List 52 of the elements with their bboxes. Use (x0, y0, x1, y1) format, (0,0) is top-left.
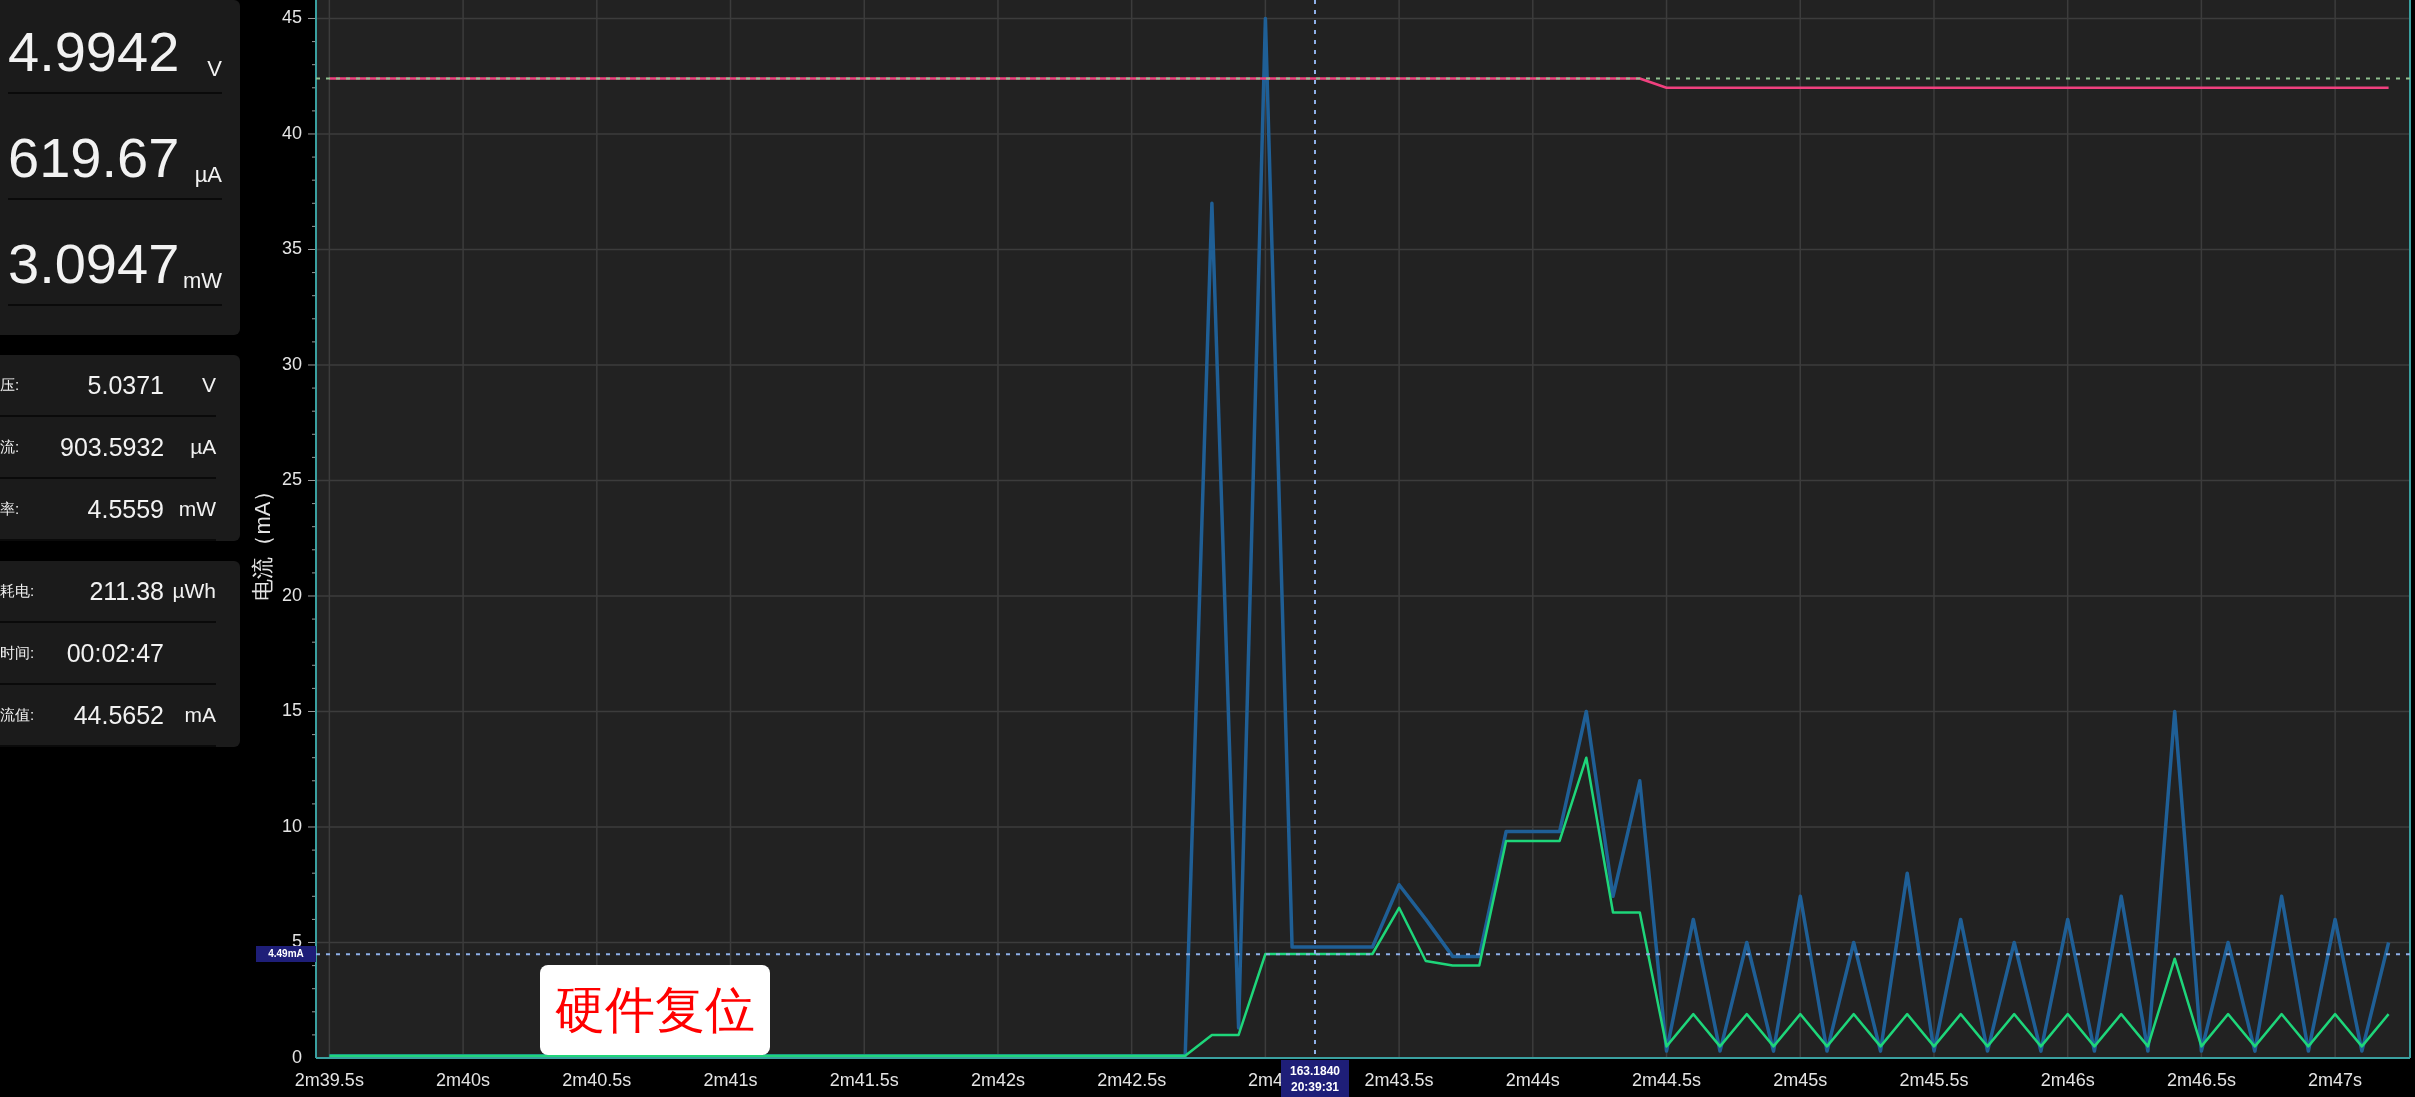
readout-value: 3.0947 (8, 236, 180, 292)
unit-label: µA (189, 435, 217, 459)
cursor-time: 20:39:31 (1290, 1078, 1339, 1095)
axis-label: 25 (281, 469, 302, 490)
stat-value: 5.0371 (86, 370, 164, 400)
stat-label: 流值: (0, 705, 36, 725)
axis-label: 2m42.5s (1097, 1070, 1167, 1090)
axis-label: 2m46.5s (2166, 1070, 2236, 1090)
axis-label: 20 (281, 585, 302, 605)
axis-label: 40 (281, 123, 302, 143)
stat-value: 4.5559 (86, 494, 164, 524)
stat-value: 00:02:47 (65, 638, 164, 668)
stat-value: 44.5652 (72, 700, 164, 730)
axis-label: 2m45.5s (1899, 1070, 1969, 1090)
axis-label: 2m46s (2040, 1070, 2095, 1090)
annotation-label: 硬件复位 (540, 965, 770, 1055)
unit-label: mA (183, 703, 216, 727)
axis-label: 10 (281, 816, 302, 836)
stat-label: 率: (0, 499, 21, 519)
axis-label: 2m40s (436, 1070, 491, 1090)
cursor-value: 163.1840 (1289, 1062, 1341, 1079)
axis-label: 2m41.5s (829, 1070, 899, 1090)
stat-label: 时间: (0, 643, 36, 663)
axis-label: 2m39.5s (294, 1070, 364, 1090)
unit-label: mW (177, 497, 216, 521)
axis-title: 电流（mA） (250, 479, 275, 601)
stat-label: 耗电: (0, 581, 36, 601)
stat-label: 流: (0, 437, 21, 457)
axis-label: 45 (281, 7, 302, 28)
axis-label: 2m45s (1773, 1070, 1828, 1090)
axis-label: 30 (281, 354, 302, 374)
axis-label: 2m40.5s (562, 1070, 632, 1090)
axis-label: 35 (281, 238, 302, 259)
axis-label: 2m41s (703, 1070, 758, 1090)
unit-label: V (207, 58, 222, 80)
unit-label: mW (182, 270, 222, 292)
readout-value: 619.67 (8, 130, 180, 186)
axis-label: 0 (292, 1047, 302, 1067)
axis-label: 2m4 (1247, 1070, 1283, 1090)
axis-label: 2m43.5s (1364, 1070, 1434, 1090)
unit-label: µWh (171, 579, 216, 603)
stat-value: 903.5932 (60, 432, 165, 462)
readout-value: 4.9942 (8, 24, 180, 80)
axis-label: 2m44.5s (1632, 1070, 1702, 1090)
unit-label: µA (194, 164, 222, 186)
axis-label: 2m47s (2308, 1070, 2363, 1090)
unit-label: V (201, 373, 216, 397)
axis-label: 15 (281, 700, 302, 721)
stat-value: 211.38 (88, 576, 164, 606)
stat-label: 压: (0, 375, 21, 395)
axis-label: 2m42s (970, 1070, 1025, 1090)
axis-label: 2m44s (1505, 1070, 1560, 1090)
